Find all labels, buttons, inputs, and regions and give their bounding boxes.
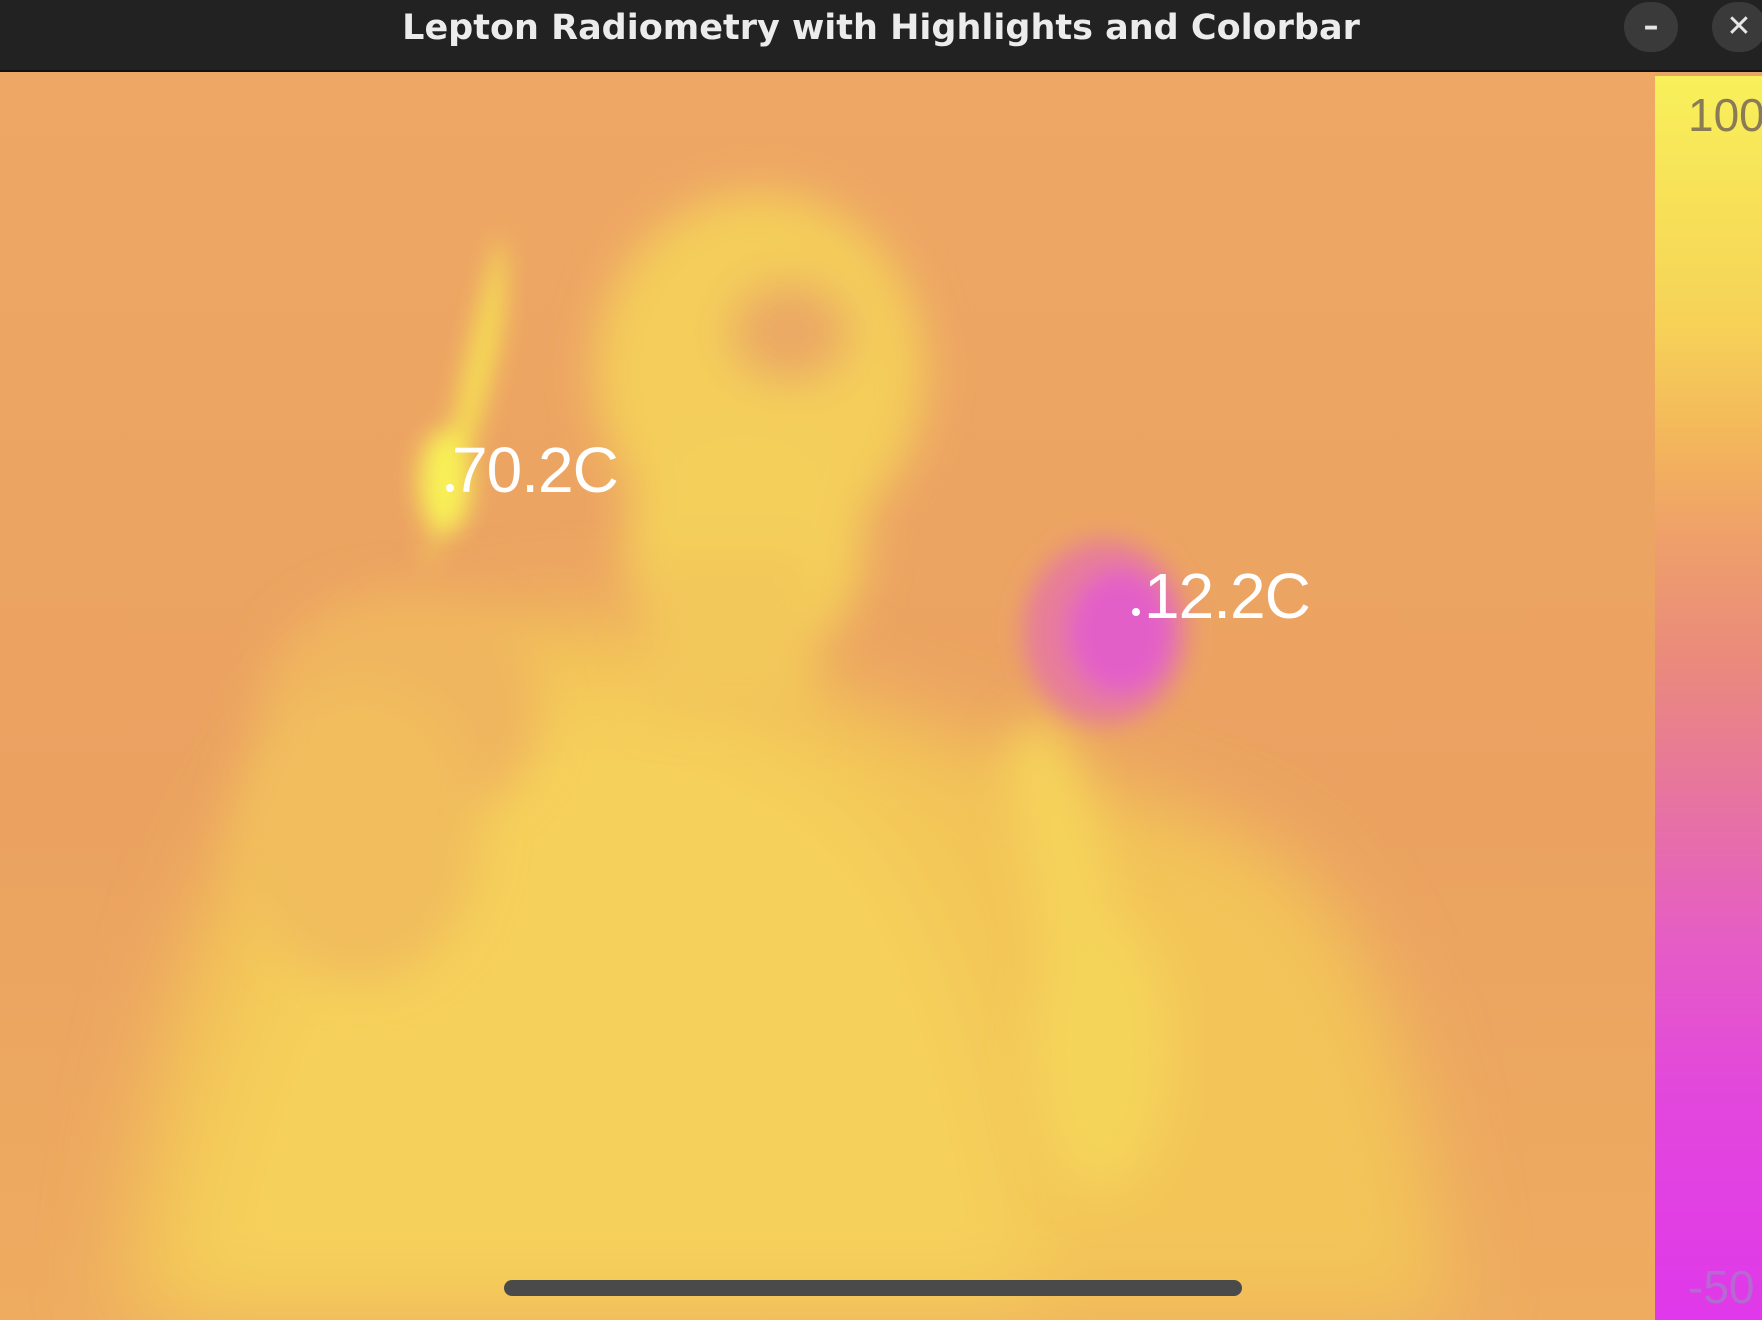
minimize-button[interactable]: –: [1624, 2, 1678, 52]
home-indicator-bar[interactable]: [504, 1280, 1242, 1296]
hot-spot-temperature: 70.2C: [452, 434, 619, 506]
minimize-icon: –: [1643, 9, 1659, 44]
thermal-image: [0, 72, 1655, 1320]
cold-spot-temperature: 12.2C: [1144, 560, 1311, 632]
colorbar-max-label: 100: [1688, 89, 1762, 141]
cold-spot-marker: [1132, 608, 1140, 616]
colorbar-labels: 100 -50: [1655, 76, 1762, 1320]
title-bar[interactable]: Lepton Radiometry with Highlights and Co…: [0, 0, 1762, 72]
close-button[interactable]: ✕: [1712, 2, 1762, 52]
close-icon: ✕: [1726, 9, 1752, 44]
colorbar-min-label: -50: [1688, 1261, 1755, 1313]
window-title: Lepton Radiometry with Highlights and Co…: [402, 8, 1360, 48]
app-window: Lepton Radiometry with Highlights and Co…: [0, 0, 1762, 1320]
thermal-image-view: 70.2C 12.2C: [0, 72, 1655, 1320]
